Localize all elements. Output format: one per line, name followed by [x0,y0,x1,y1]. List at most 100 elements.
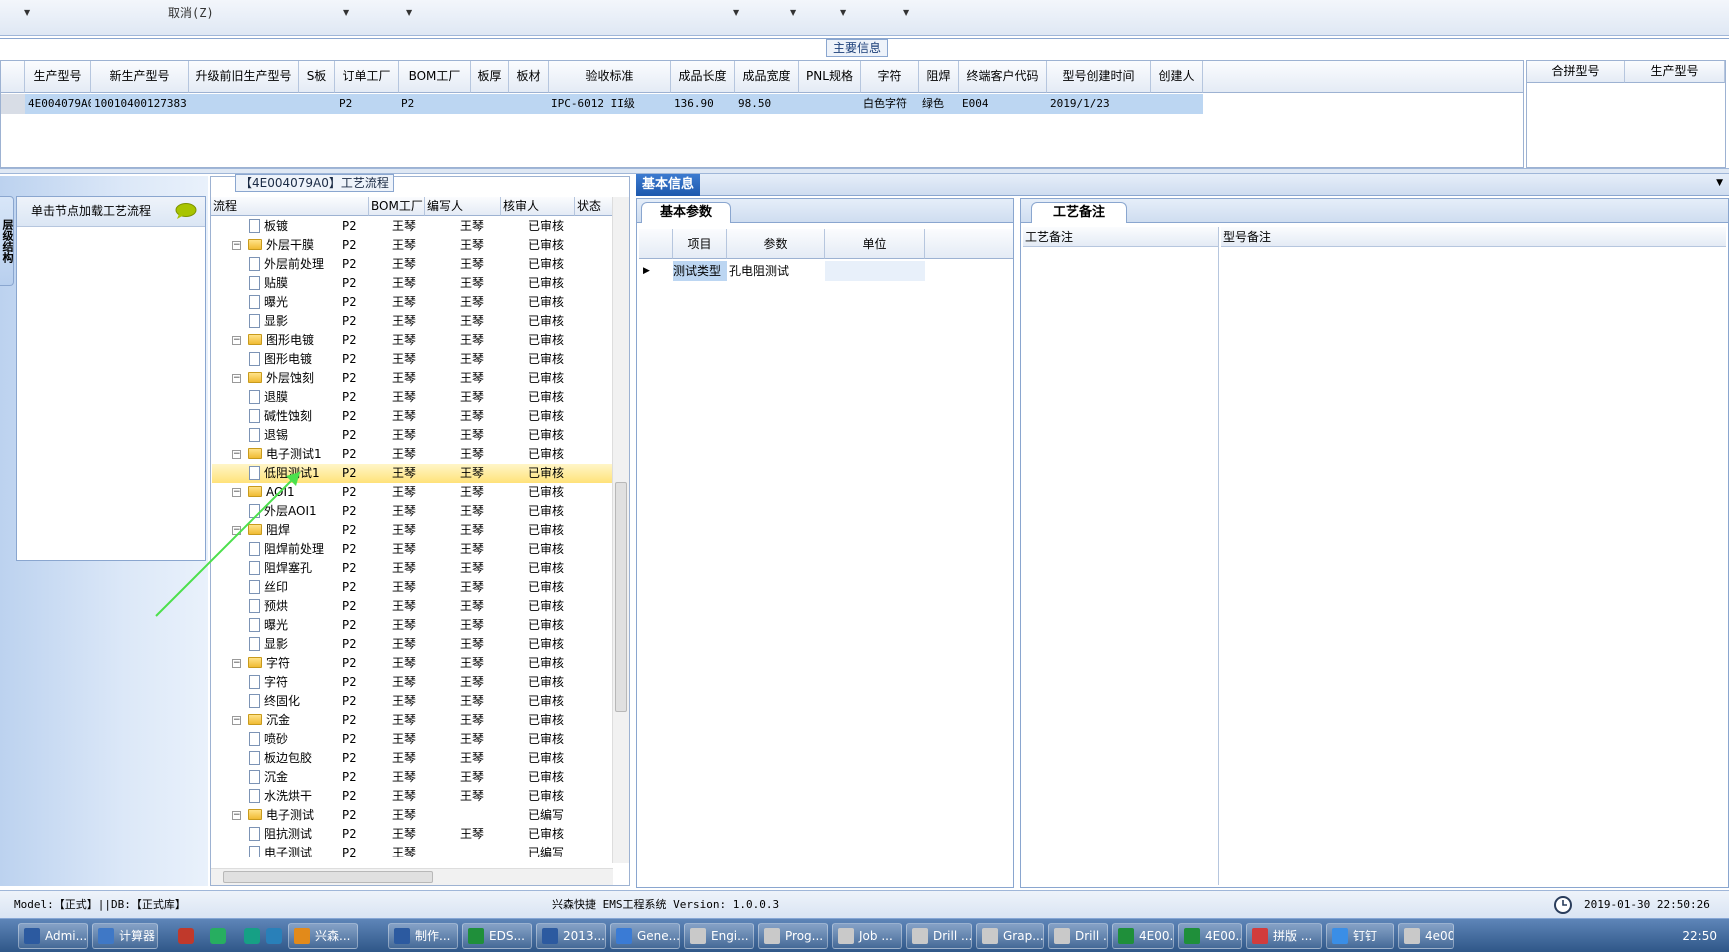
col-header[interactable]: 项目 [673,229,727,259]
cell-solder[interactable]: 绿色 [919,94,959,114]
col-header[interactable]: 板材 [509,61,549,93]
col-header[interactable]: 生产型号 [1625,61,1725,83]
tree-leaf-row[interactable]: 板镀 P2 王琴 王琴 已审核 [212,217,612,236]
tree-leaf-row[interactable]: 水洗烘干 P2 王琴 王琴 已审核 [212,787,612,806]
col-header[interactable]: 新生产型号 [91,61,189,93]
cell-bom-factory[interactable]: P2 [399,94,471,114]
tree-leaf-row[interactable]: 显影 P2 王琴 王琴 已审核 [212,635,612,654]
col-header[interactable]: PNL规格 [799,61,861,93]
tree-leaf-row[interactable]: 终固化 P2 王琴 王琴 已审核 [212,692,612,711]
quicklaunch-icon[interactable] [178,928,194,944]
param-unit-cell[interactable] [825,261,925,281]
taskbar-button[interactable]: Drill ... [1048,923,1108,949]
taskbar-button[interactable]: Engi... [684,923,754,949]
tab-process-notes[interactable]: 工艺备注 [1031,202,1127,223]
cell-order-factory[interactable]: P2 [335,94,399,114]
tree-folder-row[interactable]: − 图形电镀 P2 王琴 王琴 已审核 [212,331,612,350]
tree-leaf-row[interactable]: 阻抗测试 P2 王琴 王琴 已审核 [212,825,612,844]
cell-length[interactable]: 136.90 [671,94,735,114]
cell-prod-model[interactable]: 4E004079A0 [25,94,91,114]
col-header[interactable]: 板厚 [471,61,509,93]
chevron-down-icon[interactable]: ▼ [1716,178,1723,188]
tab-basic-info[interactable]: 基本信息 [636,174,701,196]
tree-leaf-row[interactable]: 喷砂 P2 王琴 王琴 已审核 [212,730,612,749]
scroll-thumb[interactable] [223,871,433,883]
tree-folder-row[interactable]: − 外层蚀刻 P2 王琴 王琴 已审核 [212,369,612,388]
col-header[interactable]: 终端客户代码 [959,61,1047,93]
collapse-icon[interactable]: − [232,659,241,668]
dropdown-caret-icon[interactable]: ▼ [840,8,846,17]
collapse-icon[interactable]: − [232,450,241,459]
taskbar-button[interactable]: Job ... [832,923,902,949]
cell-width[interactable]: 98.50 [735,94,799,114]
quicklaunch-icon[interactable] [266,928,282,944]
taskbar-button[interactable]: 计算器 [92,923,158,949]
collapse-icon[interactable]: − [232,241,241,250]
col-header[interactable]: BOM工厂 [399,61,471,93]
collapse-icon[interactable]: − [232,811,241,820]
taskbar-button[interactable]: 4E00... [1178,923,1242,949]
col-header[interactable]: 生产型号 [25,61,91,93]
col-header[interactable]: 阻焊 [919,61,959,93]
taskbar-button[interactable]: EDS... [462,923,532,949]
taskbar-button[interactable]: Gene... [610,923,680,949]
taskbar-button[interactable]: Grap... [976,923,1044,949]
tree-folder-row[interactable]: − 电子测试 P2 王琴 已编写 [212,806,612,825]
dropdown-caret-icon[interactable]: ▼ [903,8,909,17]
cell-created[interactable]: 2019/1/23 [1047,94,1151,114]
tab-basic-params[interactable]: 基本参数 [641,202,731,223]
collapse-icon[interactable]: − [232,374,241,383]
collapse-icon[interactable]: − [232,336,241,345]
col-header[interactable]: 核审人 [501,197,575,216]
col-header[interactable]: BOM工厂 [369,197,425,216]
col-header[interactable]: 创建人 [1151,61,1203,93]
param-value-cell[interactable]: 孔电阻测试 [729,261,825,281]
scroll-thumb[interactable] [615,482,627,712]
taskbar-button[interactable]: Drill ... [906,923,972,949]
cancel-menu-item[interactable]: 取消(Z) [168,4,214,21]
process-note-area[interactable]: 工艺备注 [1023,227,1219,885]
cell-standard[interactable]: IPC-6012 II级 [549,94,671,114]
col-header[interactable]: 订单工厂 [335,61,399,93]
taskbar-button[interactable]: 2013... [536,923,606,949]
dropdown-caret-icon[interactable]: ▼ [24,8,30,17]
dropdown-caret-icon[interactable]: ▼ [790,8,796,17]
tree-leaf-row[interactable]: 曝光 P2 王琴 王琴 已审核 [212,293,612,312]
horizontal-scrollbar[interactable] [211,868,613,885]
vertical-scrollbar[interactable] [612,197,629,863]
tree-leaf-row[interactable]: 退锡 P2 王琴 王琴 已审核 [212,426,612,445]
cell-new-prod-model[interactable]: 10010400127383 [91,94,189,114]
collapse-icon[interactable]: − [232,716,241,725]
col-header[interactable]: 状态 [575,197,613,216]
param-item-cell[interactable]: 测试类型 [673,261,727,281]
tree-leaf-row[interactable]: 板边包胶 P2 王琴 王琴 已审核 [212,749,612,768]
chat-bubble-icon[interactable] [175,203,197,219]
col-header[interactable]: 成品宽度 [735,61,799,93]
row-indicator[interactable] [1,94,25,114]
grid-corner[interactable] [1,61,25,93]
tree-leaf-row[interactable]: 贴膜 P2 王琴 王琴 已审核 [212,274,612,293]
tree-leaf-row[interactable]: 显影 P2 王琴 王琴 已审核 [212,312,612,331]
tree-leaf-row[interactable]: 退膜 P2 王琴 王琴 已审核 [212,388,612,407]
col-header[interactable]: 流程 [211,197,369,216]
tree-leaf-row[interactable]: 图形电镀 P2 王琴 王琴 已审核 [212,350,612,369]
tray-clock[interactable]: 22:50 [1682,919,1717,952]
cell-char[interactable]: 白色字符 [861,94,919,114]
quicklaunch-icon[interactable] [210,928,226,944]
taskbar-button[interactable]: 兴森... [288,923,358,949]
tree-leaf-row[interactable]: 碱性蚀刻 P2 王琴 王琴 已审核 [212,407,612,426]
col-header[interactable]: 合拼型号 [1527,61,1625,83]
model-note-area[interactable]: 型号备注 [1221,227,1726,885]
taskbar-button[interactable]: Prog... [758,923,828,949]
tree-leaf-row[interactable]: 电子测试 P2 王琴 已编写 [212,844,612,857]
tree-folder-row[interactable]: − 外层干膜 P2 王琴 王琴 已审核 [212,236,612,255]
col-header[interactable]: 编写人 [425,197,501,216]
dropdown-caret-icon[interactable]: ▼ [343,8,349,17]
col-header[interactable]: S板 [299,61,335,93]
tree-leaf-row[interactable]: 外层前处理 P2 王琴 王琴 已审核 [212,255,612,274]
col-header[interactable]: 字符 [861,61,919,93]
col-header[interactable]: 型号创建时间 [1047,61,1151,93]
tree-folder-row[interactable]: − 字符 P2 王琴 王琴 已审核 [212,654,612,673]
tree-leaf-row[interactable]: 沉金 P2 王琴 王琴 已审核 [212,768,612,787]
hierarchy-tab[interactable]: 层级结构 [0,196,14,286]
